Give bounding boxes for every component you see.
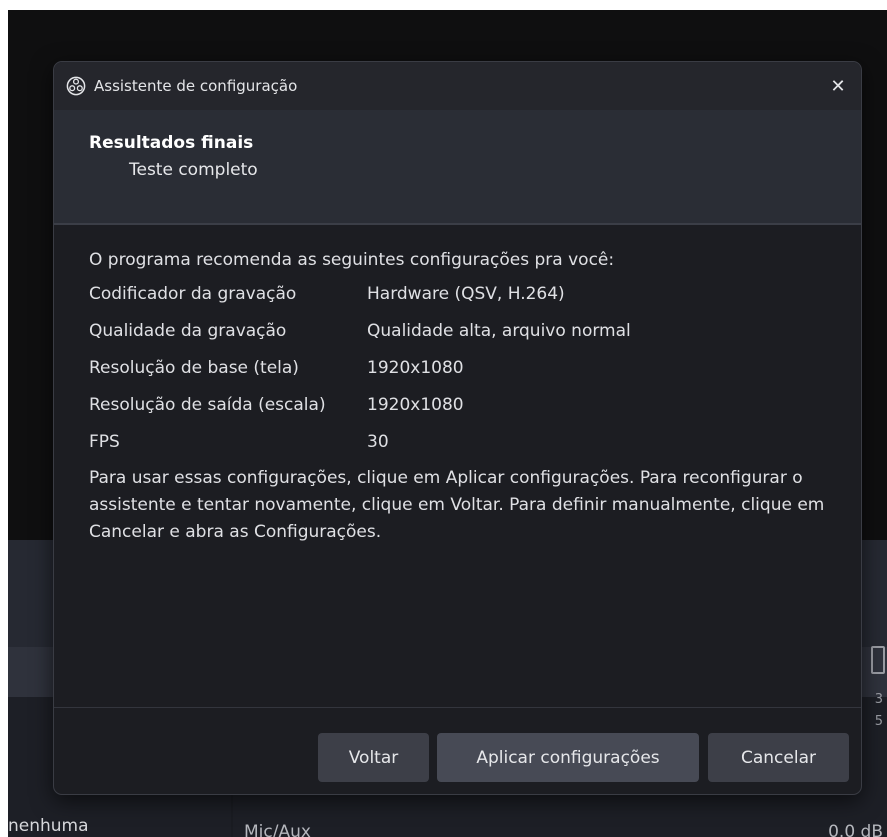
app-background: nenhuma Mic/Aux 0.0 dB 3 5 Assistente de… bbox=[8, 10, 887, 837]
background-lock-icon bbox=[871, 646, 885, 674]
back-button[interactable]: Voltar bbox=[318, 733, 429, 782]
background-mixer-label: Mic/Aux bbox=[244, 822, 311, 837]
background-scene-label: nenhuma bbox=[8, 816, 89, 836]
close-button[interactable]: ✕ bbox=[815, 62, 861, 110]
header-title: Resultados finais bbox=[89, 133, 254, 153]
settings-row: Resolução de saída (escala) 1920x1080 bbox=[89, 387, 834, 424]
settings-row: Codificador da gravação Hardware (QSV, H… bbox=[89, 276, 834, 313]
header-divider bbox=[54, 223, 861, 225]
header-subtitle: Teste completo bbox=[129, 160, 258, 180]
setting-value: 1920x1080 bbox=[367, 358, 464, 378]
close-icon: ✕ bbox=[830, 75, 846, 97]
setting-label: Qualidade da gravação bbox=[89, 321, 287, 341]
results-content: O programa recomenda as seguintes config… bbox=[89, 245, 834, 546]
info-paragraph: Para usar essas configurações, clique em… bbox=[89, 468, 825, 542]
wizard-header: Resultados finais Teste completo bbox=[54, 110, 861, 223]
setting-label: Resolução de saída (escala) bbox=[89, 395, 326, 415]
dialog-title: Assistente de configuração bbox=[94, 77, 298, 95]
background-digit: 3 bbox=[874, 692, 883, 707]
setting-label: Resolução de base (tela) bbox=[89, 358, 299, 378]
setting-value: 30 bbox=[367, 432, 389, 452]
footer-divider bbox=[54, 707, 861, 708]
setting-value: 1920x1080 bbox=[367, 395, 464, 415]
setting-label: Codificador da gravação bbox=[89, 284, 297, 304]
cancel-button[interactable]: Cancelar bbox=[708, 733, 849, 782]
background-digit-2: 5 bbox=[874, 714, 883, 729]
settings-row: Qualidade da gravação Qualidade alta, ar… bbox=[89, 313, 834, 350]
intro-text: O programa recomenda as seguintes config… bbox=[89, 250, 615, 270]
dialog-titlebar: Assistente de configuração ✕ bbox=[54, 62, 861, 110]
background-db-label: 0.0 dB bbox=[828, 822, 883, 837]
apply-settings-button[interactable]: Aplicar configurações bbox=[437, 733, 699, 782]
obs-logo-icon bbox=[66, 76, 86, 96]
settings-row: Resolução de base (tela) 1920x1080 bbox=[89, 350, 834, 387]
settings-row: FPS 30 bbox=[89, 424, 834, 461]
setting-value: Hardware (QSV, H.264) bbox=[367, 284, 565, 304]
setting-value: Qualidade alta, arquivo normal bbox=[367, 321, 631, 341]
setup-wizard-dialog: Assistente de configuração ✕ Resultados … bbox=[53, 61, 862, 795]
setting-label: FPS bbox=[89, 432, 120, 452]
